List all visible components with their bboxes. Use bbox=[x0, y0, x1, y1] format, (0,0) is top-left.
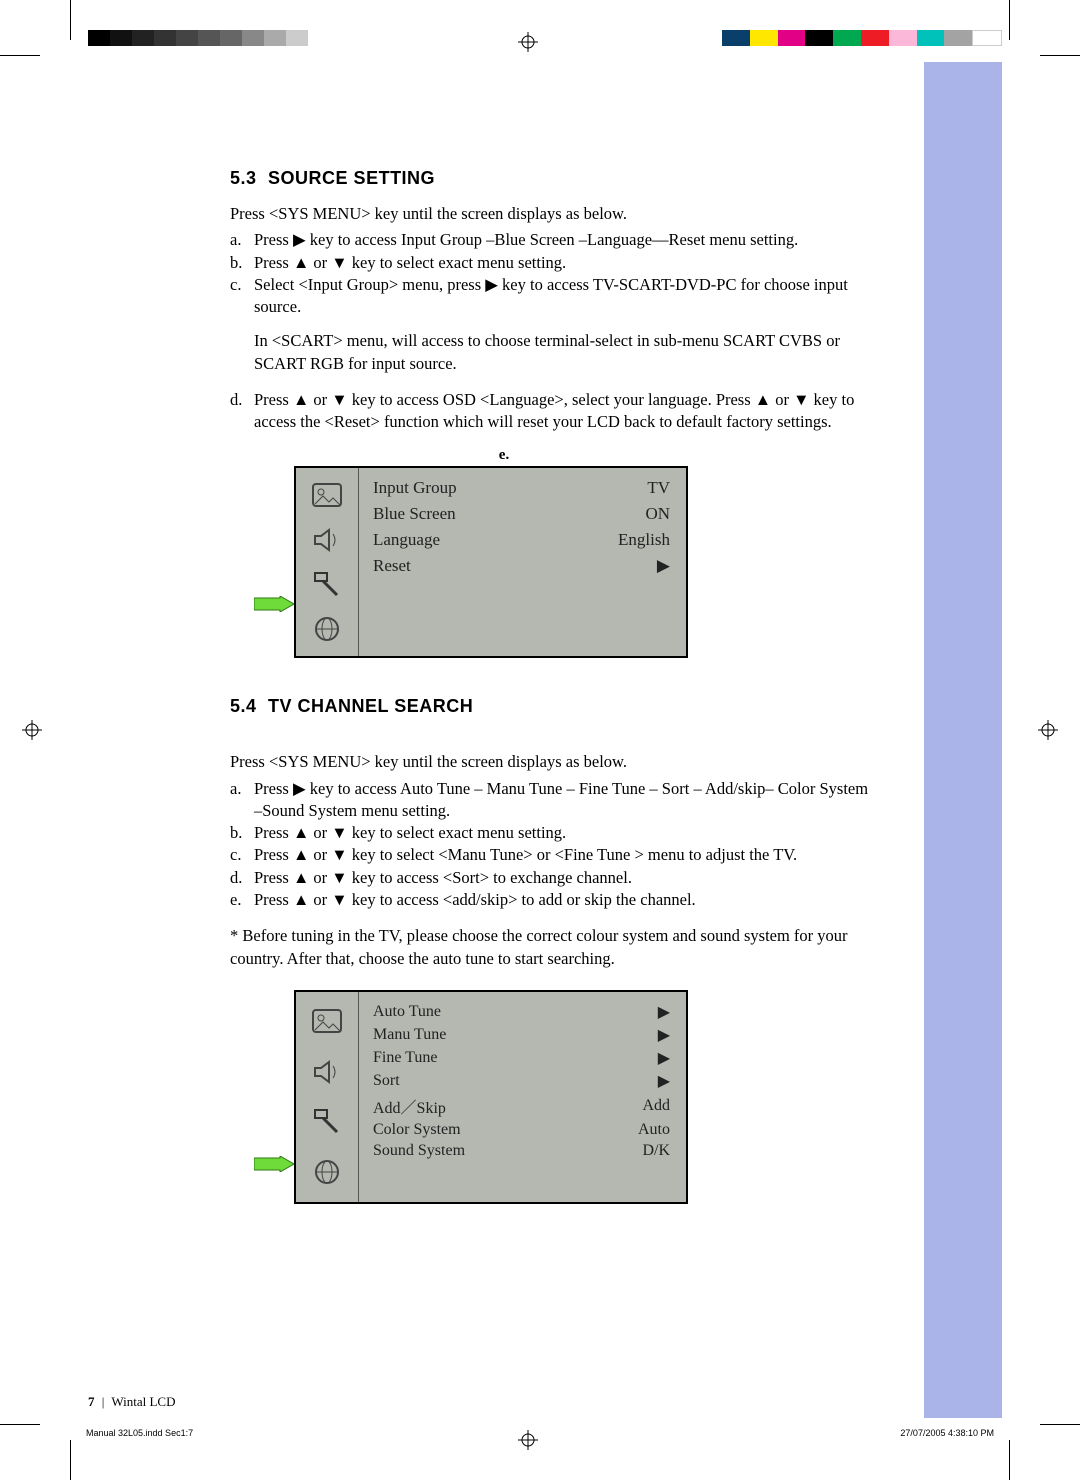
osd-figure-channel: Auto Tune▶ Manu Tune▶ Fine Tune▶ Sort▶ A… bbox=[294, 990, 870, 1204]
heading-source-setting: 5.3 SOURCE SETTING bbox=[230, 168, 870, 189]
page-footer: 7 | Wintal LCD bbox=[88, 1394, 175, 1410]
instruction-list: a.Press ▶ key to access Auto Tune – Manu… bbox=[230, 778, 870, 912]
intro-text: Press <SYS MENU> key until the screen di… bbox=[230, 751, 870, 773]
picture-icon bbox=[300, 474, 354, 517]
footnote: * Before tuning in the TV, please choose… bbox=[230, 925, 870, 970]
intro-text: Press <SYS MENU> key until the screen di… bbox=[230, 203, 870, 225]
picture-icon bbox=[300, 998, 354, 1046]
instruction-list: d.Press ▲ or ▼ key to access OSD <Langua… bbox=[230, 389, 870, 434]
color-calibration-bar bbox=[722, 30, 1002, 46]
scart-note: In <SCART> menu, will access to choose t… bbox=[254, 330, 870, 375]
globe-icon bbox=[300, 608, 354, 651]
print-footer: Manual 32L05.indd Sec1:7 27/07/2005 4:38… bbox=[86, 1428, 994, 1438]
sound-icon bbox=[300, 519, 354, 562]
osd-rows: Input GroupTV Blue ScreenON LanguageEngl… bbox=[359, 468, 686, 656]
instruction-list: a.Press ▶ key to access Input Group –Blu… bbox=[230, 229, 870, 318]
sound-icon bbox=[300, 1048, 354, 1096]
osd-figure-source: e. Input GroupTV Blue ScreenON LanguageE… bbox=[294, 447, 870, 658]
osd-rows: Auto Tune▶ Manu Tune▶ Fine Tune▶ Sort▶ A… bbox=[359, 992, 686, 1202]
grayscale-bar bbox=[88, 30, 308, 46]
page-margin-shade bbox=[924, 62, 1002, 1418]
heading-channel-search: 5.4 TV CHANNEL SEARCH bbox=[230, 696, 870, 717]
settings-hammer-icon bbox=[300, 563, 354, 606]
settings-hammer-icon bbox=[300, 1098, 354, 1146]
registration-mark-icon bbox=[22, 720, 42, 740]
registration-mark-icon bbox=[1038, 720, 1058, 740]
globe-icon bbox=[300, 1148, 354, 1196]
arrow-pointer-icon bbox=[254, 1156, 294, 1172]
arrow-pointer-icon bbox=[254, 596, 294, 612]
registration-mark-icon bbox=[518, 32, 538, 52]
